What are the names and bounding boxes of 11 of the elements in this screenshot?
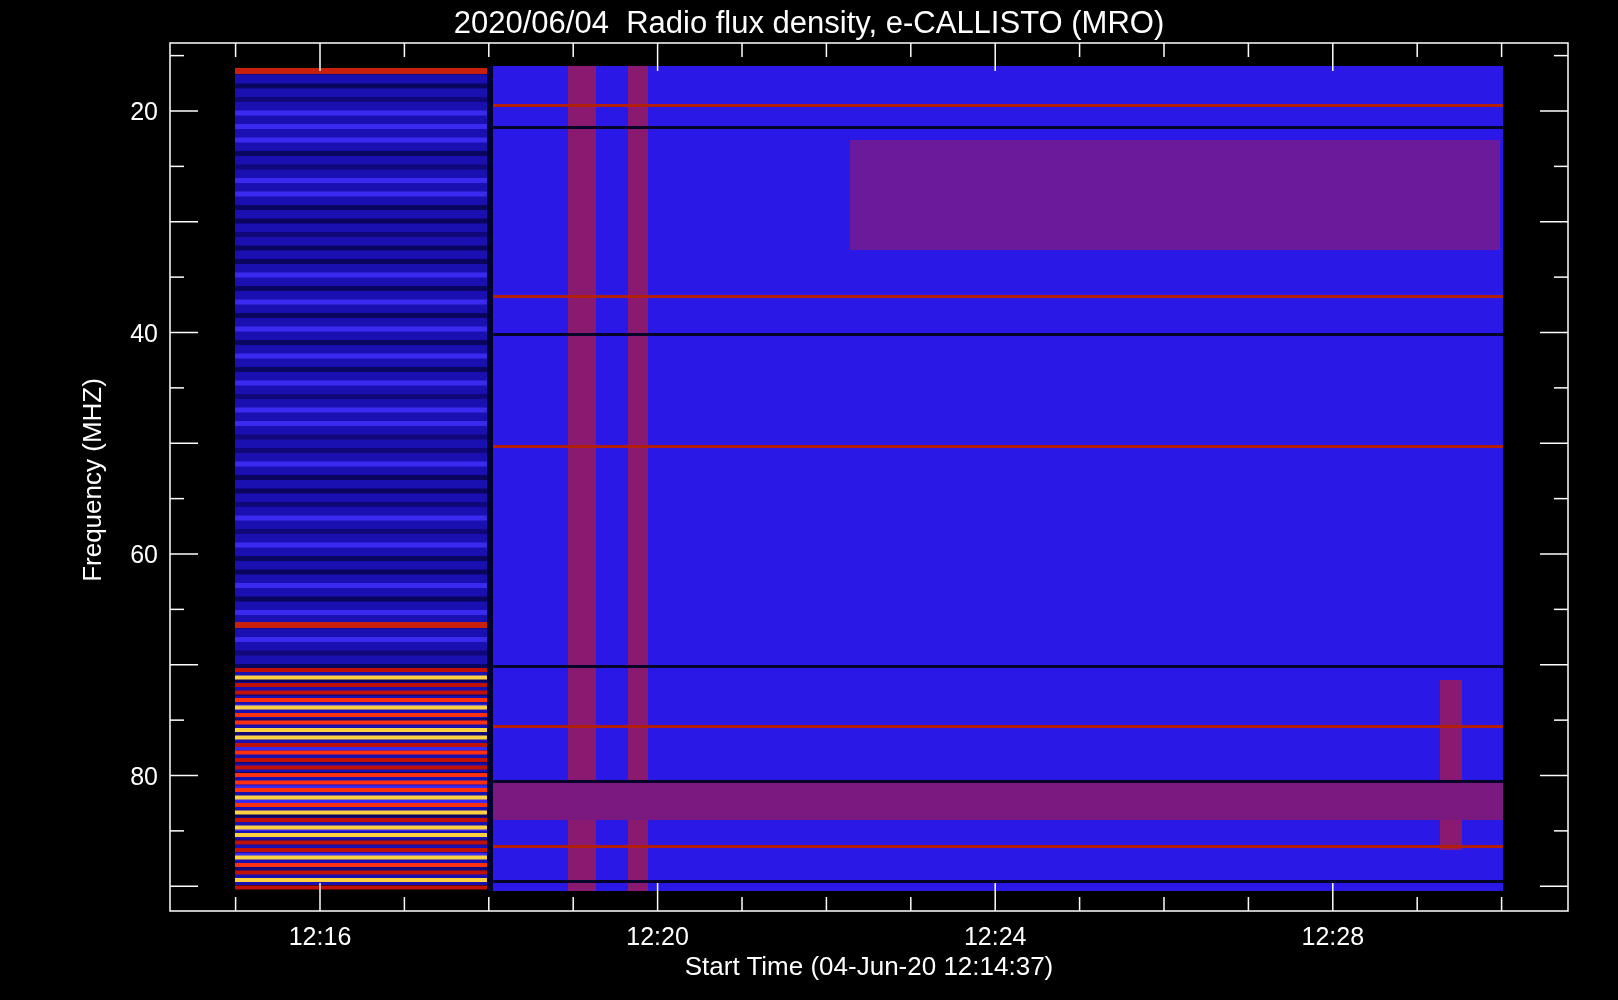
y-tick-label: 20 [130,97,158,125]
y-tick-label: 60 [130,540,158,568]
x-axis-label: Start Time (04-Jun-20 12:14:37) [684,951,1054,981]
x-tick-label: 12:24 [963,922,1027,950]
chart-title: 2020/06/04 Radio flux density, e-CALLISTO (MRO) [453,5,1165,40]
x-tick-label: 12:20 [626,922,689,950]
y-tick-label: 40 [130,318,158,347]
x-tick-label: 12:16 [288,922,352,950]
y-tick-label: 80 [130,761,158,790]
x-tick-label: 12:28 [1301,922,1365,950]
y-axis-label: Frequency (MHZ) [77,378,107,582]
